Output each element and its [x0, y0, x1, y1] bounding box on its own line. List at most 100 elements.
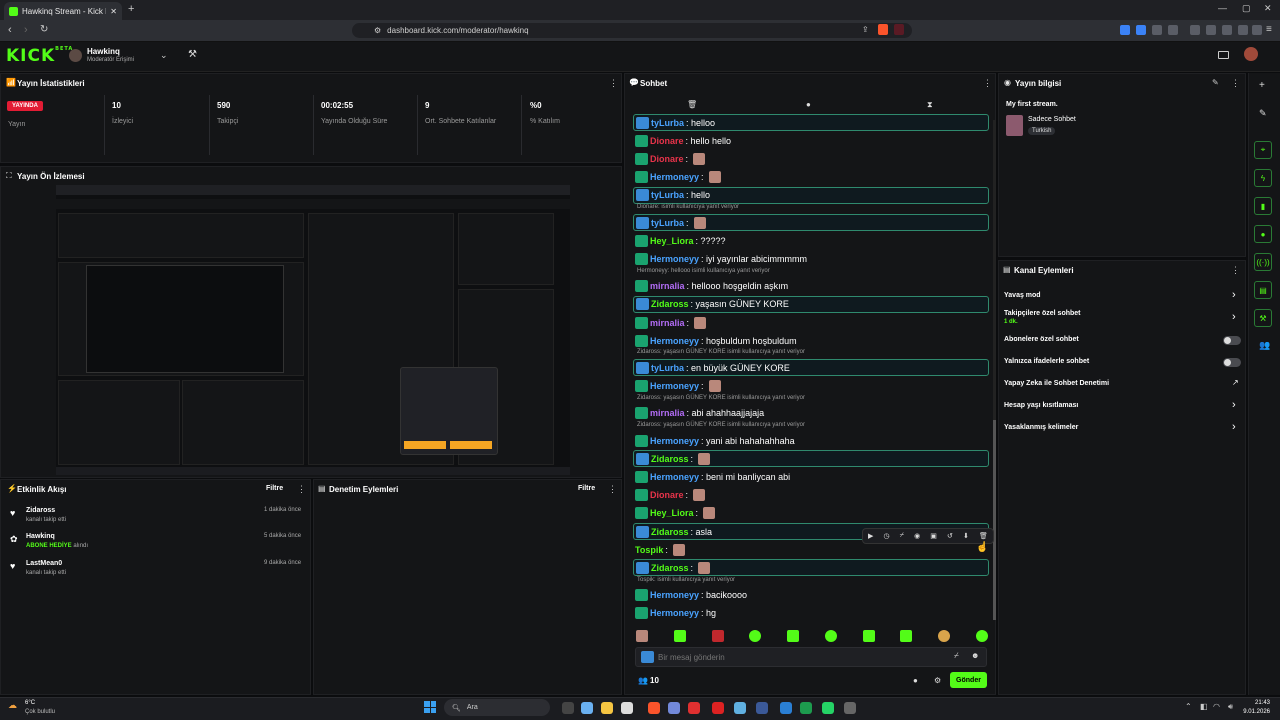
chat-message[interactable]: Hey_Liora: — [633, 505, 989, 522]
creator-dashboard-icon[interactable] — [1218, 51, 1229, 59]
reply-context[interactable]: Tospik: isimli kullanıcıya yanıt veriyor — [637, 577, 735, 583]
channel-avatar[interactable] — [69, 49, 82, 62]
extensions-icon[interactable] — [1152, 25, 1162, 35]
chat-username[interactable]: mirnalia — [650, 281, 685, 291]
reply-context[interactable]: Hermoneyy: hellooo isimli kullanıcıya ya… — [637, 268, 770, 274]
brave-shield-icon[interactable] — [878, 24, 888, 35]
site-info-icon[interactable]: ⚙ — [374, 26, 381, 35]
chat-username[interactable]: Tospik — [635, 545, 663, 555]
emoji-icon[interactable]: ☻ — [971, 651, 979, 660]
weather-desc[interactable]: Çok bulutlu — [25, 709, 55, 715]
task-view-icon[interactable] — [562, 702, 574, 714]
hourglass-icon[interactable]: ⧗ — [927, 100, 933, 110]
emote-icon[interactable] — [636, 630, 648, 642]
activity-more-icon[interactable]: ⋮ — [297, 484, 306, 495]
chat-username[interactable]: Zidaross — [651, 527, 689, 537]
brave-rewards-icon[interactable] — [894, 24, 904, 35]
reply-context[interactable]: Zidaross: yaşasın GÜNEY KORE isimli kull… — [637, 349, 805, 355]
chat-message[interactable]: tyLurba: hello — [633, 186, 989, 204]
chat-username[interactable]: Dionare — [650, 490, 684, 500]
vpn-icon[interactable] — [1252, 25, 1262, 35]
chat-username[interactable]: Hermoneyy — [650, 336, 699, 346]
vscode-icon[interactable] — [734, 702, 746, 714]
chat-username[interactable]: Zidaross — [651, 454, 689, 464]
chevron-right-icon[interactable]: › — [1232, 289, 1236, 301]
downloads-icon[interactable] — [1222, 25, 1232, 35]
chat-message[interactable]: Zidaross: yaşasın GÜNEY KORE — [633, 295, 989, 313]
stream-preview-video[interactable] — [56, 185, 570, 475]
chat-message[interactable]: Hermoneyy: hg — [633, 605, 989, 622]
chat-username[interactable]: tyLurba — [651, 118, 684, 128]
browser-tab[interactable]: Hawkinq Stream - Kick Dashb ✕ — [4, 2, 122, 20]
chat-username[interactable]: mirnalia — [650, 318, 685, 328]
chat-username[interactable]: Dionare — [650, 154, 684, 164]
weather-temp[interactable]: 6°C — [25, 700, 35, 706]
menu-icon[interactable]: ≡ — [1266, 24, 1272, 35]
reply-context[interactable]: Zidaross: yaşasın GÜNEY KORE isimli kull… — [637, 422, 805, 428]
reply-icon[interactable]: ◉ — [914, 532, 920, 540]
chat-message[interactable]: Dionare: — [633, 487, 989, 504]
chat-scrollbar-thumb[interactable] — [993, 420, 996, 620]
chat-message[interactable]: Hermoneyy: bacikoooo — [633, 587, 989, 604]
activity-user[interactable]: Zidaross — [26, 507, 55, 514]
activity-user[interactable]: LastMean0 — [26, 560, 62, 567]
chat-message[interactable]: tyLurba: helloo — [633, 114, 989, 131]
close-tab-icon[interactable]: ✕ — [110, 7, 117, 16]
broadcast-icon[interactable]: ((·)) — [1254, 253, 1272, 271]
media-icon[interactable] — [1190, 25, 1200, 35]
chat-tool-icon[interactable]: ● — [1254, 225, 1272, 243]
chat-message[interactable]: Hermoneyy: — [633, 378, 989, 395]
subscribers-only-toggle[interactable] — [1223, 336, 1241, 345]
category-thumbnail[interactable] — [1006, 115, 1023, 136]
play-icon[interactable]: ▶ — [868, 532, 873, 540]
app-icon[interactable] — [780, 702, 792, 714]
app-icon[interactable] — [756, 702, 768, 714]
chat-username[interactable]: Hermoneyy — [650, 472, 699, 482]
maximize-icon[interactable]: ▢ — [1242, 3, 1251, 14]
clock-time[interactable]: 21:43 — [1246, 700, 1270, 706]
reply-context[interactable]: Dionare: isimli kullanıcıya yanıt veriyo… — [637, 204, 739, 210]
chat-username[interactable]: Hermoneyy — [650, 590, 699, 600]
tray-icon[interactable]: ◧ — [1200, 702, 1208, 711]
crosshair-icon[interactable]: ⌖ — [1254, 141, 1272, 159]
chat-message[interactable]: Hermoneyy: yani abi hahahahhaha — [633, 432, 989, 449]
emote-icon[interactable] — [749, 630, 762, 642]
chevron-right-icon[interactable]: › — [1232, 399, 1236, 411]
whatsapp-icon[interactable] — [822, 702, 834, 714]
chat-message[interactable]: Hey_Liora: ????? — [633, 232, 989, 249]
share-icon[interactable]: ⇪ — [862, 25, 869, 34]
add-icon[interactable]: + — [1259, 80, 1265, 91]
users-icon[interactable]: 👥 — [1259, 340, 1270, 351]
wallet-icon[interactable] — [1238, 25, 1248, 35]
discord-icon[interactable] — [668, 702, 680, 714]
banned-words-label[interactable]: Yasaklanmış kelimeler — [1004, 424, 1078, 431]
chat-message[interactable]: mirnalia: — [633, 314, 989, 331]
reload-icon[interactable]: ↻ — [40, 24, 48, 35]
emote-icon[interactable] — [787, 630, 800, 642]
chat-message[interactable]: mirnalia: hellooo hoşgeldin aşkım — [633, 278, 989, 295]
channel-actions-more-icon[interactable]: ⋮ — [1231, 265, 1240, 276]
slash-icon[interactable]: ⌿ — [900, 532, 904, 540]
chat-username[interactable]: Hermoneyy — [650, 436, 699, 446]
document-icon[interactable]: ▮ — [1254, 197, 1272, 215]
undo-icon[interactable]: ↺ — [947, 532, 953, 540]
wifi-icon[interactable]: ◠ — [1213, 702, 1220, 711]
chevron-right-icon[interactable]: › — [1232, 421, 1236, 433]
chat-bubble-icon[interactable]: ● — [806, 100, 811, 109]
wrench-icon[interactable]: ⚒ — [1254, 309, 1272, 327]
chat-username[interactable]: tyLurba — [651, 363, 684, 373]
pin-icon[interactable]: ⬇ — [963, 532, 969, 540]
lightning-icon[interactable]: ϟ — [1254, 169, 1272, 187]
emotes-only-label[interactable]: Yalnızca ifadelerle sohbet — [1004, 358, 1089, 365]
emote-icon[interactable] — [900, 630, 913, 642]
emote-icon[interactable] — [862, 630, 875, 642]
moderation-tools-icon[interactable]: ⚒ — [188, 49, 197, 60]
chat-message[interactable]: Zidaross: — [633, 450, 989, 468]
chat-username[interactable]: Hermoneyy — [650, 381, 699, 391]
chat-username[interactable]: Dionare — [650, 136, 684, 146]
kick-logo[interactable]: KICKBETA — [6, 46, 73, 66]
copy-icon[interactable]: ▣ — [930, 532, 937, 540]
clock-date[interactable]: 9.01.2026 — [1236, 709, 1270, 715]
language-tag[interactable]: Turkish — [1028, 127, 1056, 135]
start-icon[interactable] — [424, 701, 436, 713]
